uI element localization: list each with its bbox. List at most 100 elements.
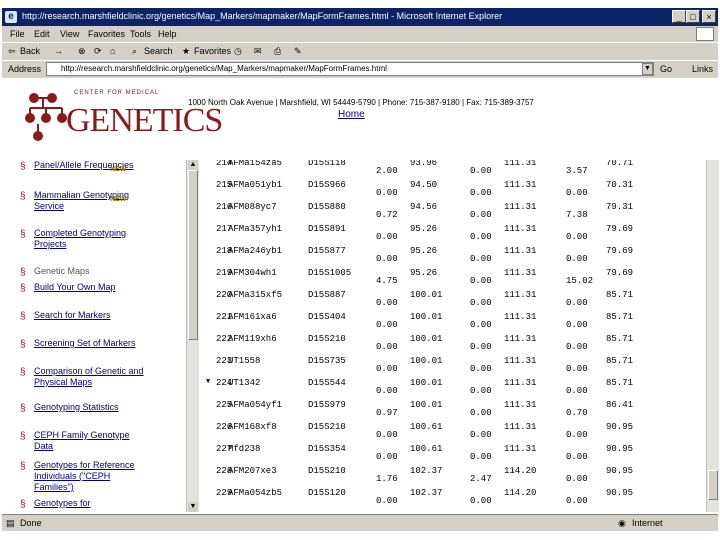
table-row: 221 AFM161xa6 D15S404 0.00 100.01 0.00 111.31 0… [200,308,705,332]
print-icon[interactable]: ⎙ [274,46,281,57]
favorites-button[interactable]: Favorites [194,46,231,56]
cell-f: 85.71 [606,290,634,300]
history-icon[interactable]: ◷ [234,46,242,57]
cell-d: 111.31 [504,356,537,366]
cell-c: 0.00 [470,188,492,198]
mail-icon[interactable]: ✉ [254,46,262,57]
cell-marker: AFM088yc7 [228,202,277,212]
cell-d: 111.31 [504,444,537,454]
edit-icon[interactable]: ✎ [294,46,302,57]
address-dropdown-icon[interactable]: ▼ [642,63,653,75]
dna-bullet-icon: § [20,161,26,172]
cell-a: 1.76 [376,474,398,484]
close-button[interactable]: × [702,10,716,23]
sidebar-scroll-thumb[interactable] [188,170,198,340]
search-button[interactable]: Search [144,46,173,56]
new-badge: NEW [110,196,127,203]
sidebar-item-label[interactable]: Comparison of Genetic and Physical Maps [34,366,144,388]
cell-marker: AFMa054yf1 [228,400,283,410]
cell-f: 70.71 [606,160,634,168]
cell-c: 0.00 [470,320,492,330]
sidebar-item-label[interactable]: Panel/Allele Frequencies [34,160,144,171]
table-row: 220 AFMa315xf5 D15S887 0.00 100.01 0.00 111.31… [200,286,705,310]
go-button[interactable]: Go [660,64,672,74]
table-row: 218 AFMa246yb1 D15S877 0.00 95.26 0.00 111.31 0… [200,242,705,266]
windows-logo-icon [696,27,714,41]
table-row: 217 AFMa357yh1 D15S891 0.00 95.26 0.00 111.31 0… [200,220,705,244]
dna-network-icon [25,93,67,141]
sidebar-item-label[interactable]: Genetic Maps [34,266,144,277]
cell-d: 114.20 [504,466,537,476]
cell-id: D15S735 [308,356,346,366]
menu-edit[interactable]: Edit [34,29,50,39]
sidebar-item-label[interactable]: Search for Markers [34,310,144,321]
cell-a: 0.00 [376,430,398,440]
cell-b: 94.50 [410,180,438,190]
scroll-down-icon[interactable]: ▼ [188,502,198,512]
cell-e: 0.00 [566,364,588,374]
back-button[interactable]: Back [20,46,40,56]
cell-b: 100.01 [410,290,443,300]
home-icon[interactable]: ⌂ [110,46,115,56]
cell-id: D15S120 [308,488,346,498]
favorites-icon[interactable]: ★ [182,46,190,57]
cell-a: 0.00 [376,342,398,352]
cell-a: 0.00 [376,232,398,242]
sidebar-item-label[interactable]: Genotypes for Reference Individuals ("CE… [34,460,144,493]
forward-button[interactable]: → [54,46,63,56]
cell-d: 111.31 [504,400,537,410]
table-row: 223 UT1558 D15S735 0.00 100.01 0.00 111.31 0.00… [200,352,705,376]
menu-tools[interactable]: Tools [130,29,151,39]
cell-b: 100.61 [410,444,443,454]
content-scrollbar[interactable] [706,160,719,512]
minimize-button[interactable]: _ [672,10,686,23]
home-link[interactable]: Home [338,109,365,120]
sidebar-item-label[interactable]: CEPH Family Genotype Data [34,430,144,452]
sidebar-nav: § Panel/Allele Frequencies NEW § Mammali… [2,160,200,512]
menu-file[interactable]: File [10,29,25,39]
sidebar-item-label[interactable]: Screening Set of Markers [34,338,144,349]
cell-marker: AFMa315xf5 [228,290,283,300]
sidebar-item-label[interactable]: Build Your Own Map [34,282,144,293]
menu-help[interactable]: Help [158,29,177,39]
dna-bullet-icon: § [20,431,26,442]
address-field[interactable]: http://research.marshfieldclinic.org/gen… [46,62,654,76]
cell-f: 85.71 [606,378,634,388]
maximize-button[interactable]: □ [686,10,700,23]
back-arrow-icon[interactable]: ⇦ [8,46,16,57]
cell-marker: UT1342 [228,378,261,388]
dna-bullet-icon: § [20,267,26,278]
cell-b: 93.96 [410,160,438,168]
cell-b: 100.01 [410,400,443,410]
cell-d: 111.31 [504,334,537,344]
dna-bullet-icon: § [20,311,26,322]
scroll-up-icon[interactable]: ▲ [188,160,198,170]
cell-id: D15S887 [308,290,346,300]
internet-zone-icon: ◉ [618,518,626,528]
sidebar-item-label[interactable]: Completed Genotyping Projects [34,228,144,250]
links-button[interactable]: Links [692,64,713,74]
search-icon[interactable]: ⌕ [132,46,137,57]
cell-f: 90.95 [606,422,634,432]
table-row: 215 AFMa051yb1 D15S966 0.00 94.50 0.00 111.31 0… [200,176,705,200]
menu-view[interactable]: View [60,29,79,39]
cell-c: 0.00 [470,386,492,396]
cell-b: 94.56 [410,202,438,212]
sidebar-scrollbar[interactable]: ▲ ▼ [186,160,199,512]
cell-c: 2.47 [470,474,492,484]
refresh-icon[interactable]: ⟳ [94,46,102,57]
content-scroll-thumb[interactable] [708,470,718,500]
cell-id: D15S404 [308,312,346,322]
dna-bullet-icon: § [20,403,26,414]
sidebar-item-label[interactable]: Mammalian Genotyping Service [34,190,144,212]
cell-c: 0.00 [470,430,492,440]
menu-favorites[interactable]: Favorites [88,29,125,39]
dna-bullet-icon: § [20,367,26,378]
cell-d: 111.31 [504,378,537,388]
cell-a: 0.00 [376,496,398,506]
cell-f: 90.95 [606,466,634,476]
cell-e: 0.00 [566,342,588,352]
stop-icon[interactable]: ⊗ [78,46,86,57]
sidebar-item-label[interactable]: Genotyping Statistics [34,402,144,413]
sidebar-item-label[interactable]: Genotypes for [34,498,144,509]
